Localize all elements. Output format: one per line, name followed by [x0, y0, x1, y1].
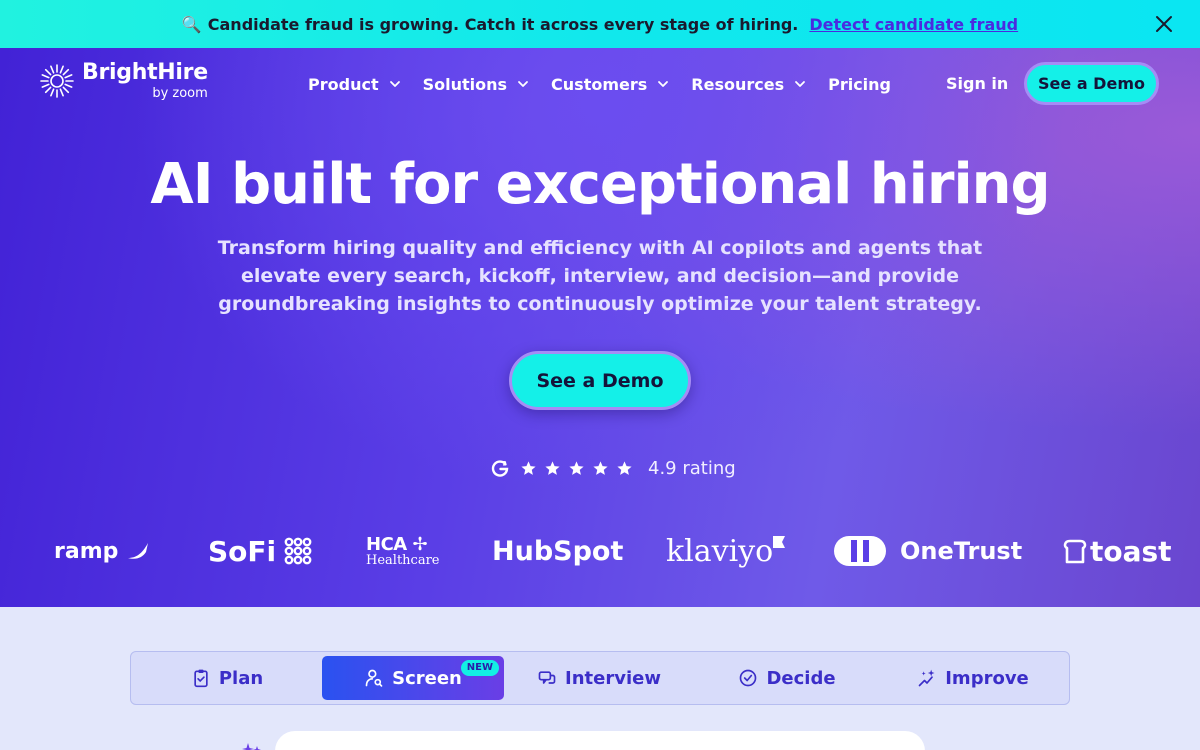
brand-name: BrightHire [82, 60, 208, 85]
ramp-logo: ramp [54, 526, 152, 576]
g2-rating[interactable]: 2 4.9 rating [490, 458, 736, 479]
ramp-swoosh-icon [128, 543, 149, 559]
hca-wordmark: HCA ✢ [366, 533, 428, 555]
tab-interview-label: Interview [565, 667, 661, 689]
nav-product-label: Product [308, 74, 379, 94]
tab-plan[interactable]: Plan [135, 656, 319, 700]
tab-improve-label: Improve [945, 667, 1029, 689]
hero-headline: AI built for exceptional hiring [150, 152, 1050, 217]
close-icon[interactable] [1152, 12, 1176, 36]
sofi-dots-icon [284, 537, 312, 565]
nav-resources[interactable]: Resources [691, 75, 806, 94]
brighthire-logo[interactable]: BrightHire by zoom [40, 62, 208, 100]
hero-section: BrightHire by zoom Product Solutions Cus… [0, 48, 1200, 607]
brand-sub: by zoom [152, 86, 208, 101]
product-section: Plan Screen NEW Interview Decide Improve [0, 607, 1200, 750]
onetrust-wordmark: OneTrust [900, 537, 1023, 565]
new-badge: NEW [460, 660, 499, 676]
nav-see-demo-button[interactable]: See a Demo [1024, 62, 1159, 105]
main-nav: Product Solutions Customers Resources Pr… [308, 72, 913, 96]
nav-customers[interactable]: Customers [551, 75, 669, 94]
chevron-down-icon [518, 81, 528, 87]
announcement-text: Candidate fraud is growing. Catch it acr… [207, 14, 799, 34]
klaviyo-logo: klaviyo [666, 526, 786, 576]
chat-bubbles-icon [538, 671, 556, 684]
ramp-wordmark: ramp [54, 538, 119, 564]
detect-fraud-link[interactable]: Detect candidate fraud [809, 15, 1018, 34]
tab-interview[interactable]: Interview [507, 656, 691, 700]
customer-logos: ramp SoFi HCA ✢ Healthcare HubSpot klavi… [0, 526, 1200, 576]
magnifier-emoji-icon: 🔍 [181, 14, 202, 34]
onetrust-mark-icon [834, 536, 886, 566]
klaviyo-flag-icon [773, 536, 786, 548]
user-search-icon [365, 669, 383, 687]
star-icon [593, 461, 608, 475]
tab-screen[interactable]: Screen NEW [322, 656, 504, 700]
sunburst-logo-icon [40, 64, 74, 98]
tab-plan-label: Plan [218, 667, 264, 689]
nav-product[interactable]: Product [308, 75, 401, 94]
sparkle-trend-icon [918, 669, 935, 687]
chevron-down-icon [795, 81, 805, 87]
chevron-down-icon [389, 81, 400, 87]
svg-text:2: 2 [503, 460, 507, 467]
toast-logo: toast [1062, 526, 1172, 576]
toast-wordmark: toast [1090, 534, 1172, 568]
nav-solutions[interactable]: Solutions [423, 75, 529, 94]
chevron-down-icon [658, 81, 669, 87]
hero-see-demo-button[interactable]: See a Demo [509, 351, 691, 410]
star-icon [521, 461, 536, 475]
star-icon [617, 461, 632, 475]
sofi-wordmark: SoFi [208, 534, 277, 568]
announcement-bar: 🔍 Candidate fraud is growing. Catch it a… [0, 0, 1200, 48]
sparkle-icon [242, 743, 261, 750]
nav-resources-label: Resources [691, 74, 785, 94]
healthcare-wordmark: Healthcare [366, 552, 440, 568]
tab-decide-label: Decide [766, 667, 836, 689]
sign-in-link[interactable]: Sign in [946, 74, 1008, 93]
tab-screen-label: Screen [392, 667, 462, 689]
hero-subhead: Transform hiring quality and efficiency … [217, 237, 983, 315]
nav-pricing[interactable]: Pricing [828, 75, 891, 94]
klaviyo-wordmark: klaviyo [666, 533, 774, 569]
nav-customers-label: Customers [551, 74, 648, 94]
hca-healthcare-logo: HCA ✢ Healthcare [366, 526, 439, 576]
check-circle-icon [740, 669, 757, 687]
clipboard-check-icon [194, 669, 208, 688]
hubspot-logo: HubSpot [492, 535, 624, 567]
star-icon [569, 461, 584, 475]
announcement-content: 🔍 Candidate fraud is growing. Catch it a… [182, 15, 1018, 34]
tab-improve[interactable]: Improve [881, 656, 1065, 700]
workflow-tabs: Plan Screen NEW Interview Decide Improve [130, 651, 1070, 705]
toast-bread-icon [1063, 539, 1087, 564]
nav-solutions-label: Solutions [422, 74, 508, 94]
tab-decide[interactable]: Decide [695, 656, 879, 700]
g2-icon: 2 [491, 459, 509, 477]
preview-card [275, 731, 925, 750]
sofi-logo: SoFi [208, 526, 312, 576]
rating-text: 4.9 rating [648, 458, 736, 479]
nav-pricing-label: Pricing [828, 74, 892, 94]
star-icon [545, 461, 560, 475]
onetrust-logo: OneTrust [834, 526, 1022, 576]
